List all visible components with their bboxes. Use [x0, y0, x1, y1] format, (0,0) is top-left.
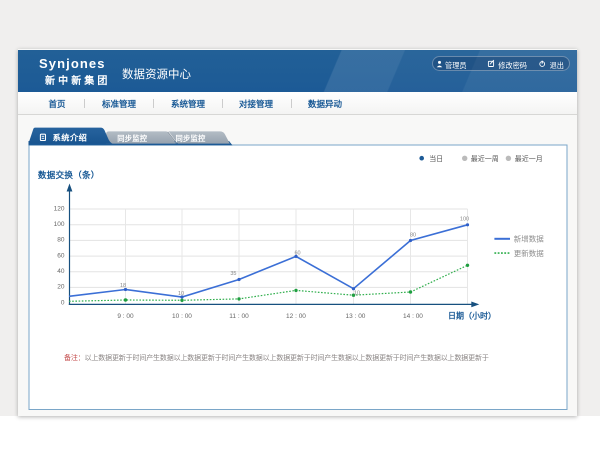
svg-text:13 : 00: 13 : 00 [346, 313, 366, 320]
svg-text:10 : 00: 10 : 00 [172, 313, 192, 320]
svg-text:数据交换（条）: 数据交换（条） [38, 170, 100, 180]
svg-text:最近一月: 最近一月 [515, 154, 543, 163]
svg-text:80: 80 [410, 233, 416, 239]
svg-text:60: 60 [294, 251, 300, 257]
svg-text:40: 40 [57, 268, 65, 275]
svg-text:新增数据: 新增数据 [514, 234, 544, 244]
svg-text:20: 20 [57, 284, 65, 291]
svg-text:120: 120 [54, 205, 65, 212]
svg-text:60: 60 [57, 252, 65, 259]
svg-text:同步监控: 同步监控 [117, 134, 147, 143]
svg-text:日期（小时）: 日期（小时） [448, 311, 496, 321]
svg-text:18: 18 [120, 283, 126, 289]
svg-text:10: 10 [354, 291, 360, 297]
svg-text:更新数据: 更新数据 [514, 248, 544, 258]
svg-text:当日: 当日 [429, 154, 443, 163]
svg-text:12 : 00: 12 : 00 [286, 313, 306, 320]
svg-text:同步监控: 同步监控 [176, 134, 206, 143]
svg-text:11 : 00: 11 : 00 [229, 313, 249, 320]
svg-text:10: 10 [178, 291, 184, 297]
svg-text:14 : 00: 14 : 00 [403, 313, 423, 320]
svg-text:100: 100 [54, 221, 65, 228]
svg-text:最近一周: 最近一周 [471, 154, 499, 163]
svg-text:80: 80 [57, 237, 65, 244]
svg-text:100: 100 [460, 217, 469, 223]
svg-text:35: 35 [230, 271, 236, 277]
svg-text:系统介绍: 系统介绍 [53, 133, 88, 143]
svg-text:0: 0 [61, 299, 65, 306]
svg-text:9 : 00: 9 : 00 [117, 313, 134, 320]
